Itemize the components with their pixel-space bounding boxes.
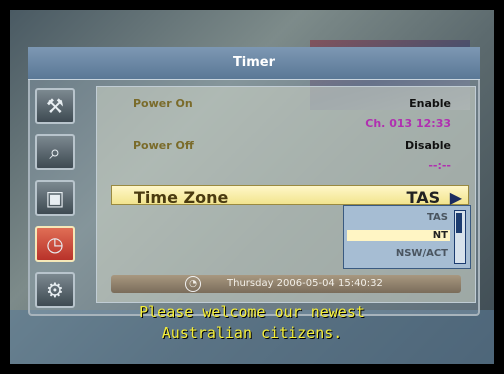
time-zone-row[interactable]: Time Zone TAS ▶ xyxy=(111,185,469,207)
power-off-time: --:-- xyxy=(428,159,451,172)
power-off-value: Disable xyxy=(405,139,451,152)
time-zone-label: Time Zone xyxy=(134,188,229,207)
scrollbar-thumb[interactable] xyxy=(456,213,462,233)
magnifier-icon: ⌕ xyxy=(49,140,61,164)
sidebar-item-settings[interactable]: ⚒ xyxy=(35,88,75,124)
timer-content: Power On Enable Ch. 013 12:33 Power Off … xyxy=(96,86,476,303)
sidebar-item-timer[interactable]: ◷ xyxy=(35,226,75,262)
wrench-icon: ⚒ xyxy=(46,94,64,118)
lock-icon: ▣ xyxy=(45,186,65,210)
clock-icon: ◷ xyxy=(46,232,64,256)
power-on-label: Power On xyxy=(133,97,193,110)
status-footer: ◔ Thursday 2006-05-04 15:40:32 xyxy=(111,275,461,293)
sidebar: ⚒ ⌕ ▣ ◷ ⚙ xyxy=(35,88,83,318)
sidebar-item-search[interactable]: ⌕ xyxy=(35,134,75,170)
time-zone-option[interactable]: NSW/ACT xyxy=(396,248,448,259)
clock-icon: ◔ xyxy=(185,276,201,292)
tools-icon: ⚙ xyxy=(46,278,64,302)
dropdown-scrollbar[interactable] xyxy=(454,210,466,264)
power-on-channel-time: Ch. 013 12:33 xyxy=(365,117,451,130)
time-zone-dropdown[interactable]: TAS NT NSW/ACT xyxy=(343,205,471,269)
time-zone-option[interactable]: TAS xyxy=(427,212,448,223)
subtitle-line-1: Please welcome our newest xyxy=(139,303,365,321)
tv-screen: Timer ⚒ ⌕ ▣ ◷ ⚙ Power On Enable Ch. 013 … xyxy=(10,10,494,364)
power-on-value: Enable xyxy=(409,97,451,110)
time-zone-option-selected[interactable]: NT xyxy=(347,230,450,241)
power-off-label: Power Off xyxy=(133,139,194,152)
subtitle-line-2: Australian citizens. xyxy=(161,324,343,342)
subtitle-overlay: Please welcome our newest Australian cit… xyxy=(10,302,494,344)
page-title: Timer xyxy=(28,47,480,80)
sidebar-item-lock[interactable]: ▣ xyxy=(35,180,75,216)
current-datetime: Thursday 2006-05-04 15:40:32 xyxy=(227,278,383,289)
